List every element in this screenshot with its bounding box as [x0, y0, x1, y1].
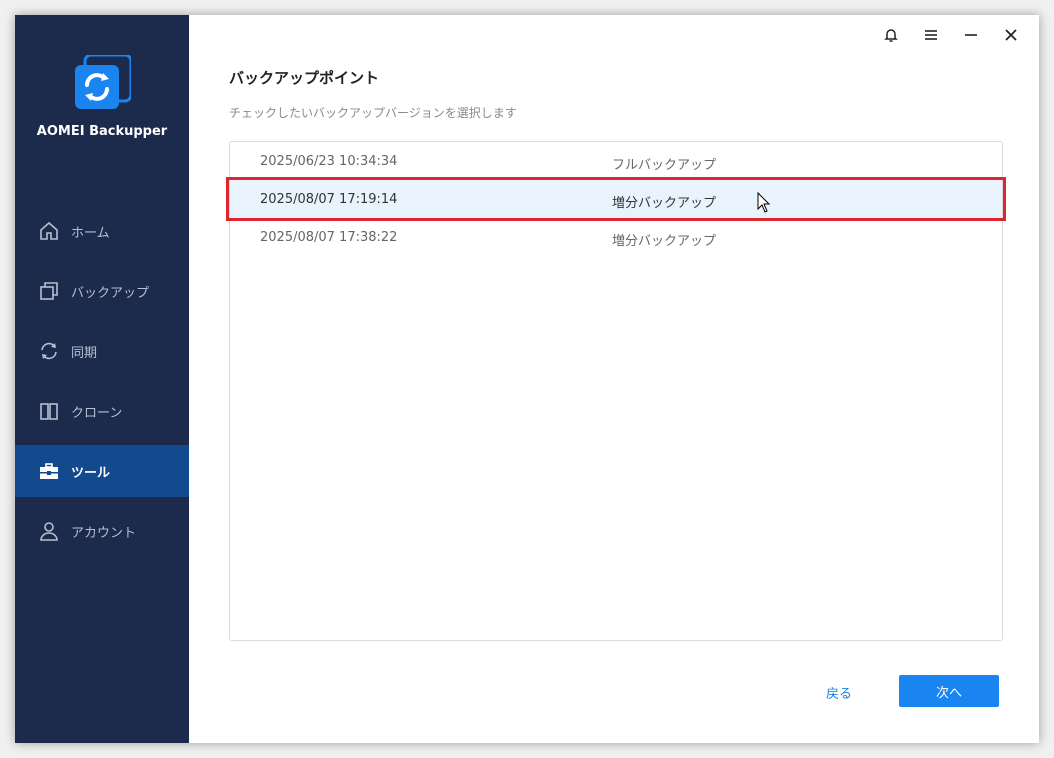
sidebar-item-label: ホーム [71, 225, 110, 241]
backup-point-type: 増分バックアップ [612, 234, 717, 249]
sidebar-item-label: 同期 [71, 345, 98, 361]
backup-point-type: 増分バックアップ [612, 196, 717, 211]
menu-button[interactable] [911, 21, 951, 49]
backup-point-date: 2025/08/07 17:38:22 [260, 230, 398, 245]
page-subtitle: チェックしたいバックアップバージョンを選択します [229, 106, 517, 120]
mouse-cursor-icon [757, 192, 771, 213]
app-window: AOMEI Backupper ホーム バックアップ 同期 クローン ツール ア… [15, 15, 1039, 743]
home-icon [40, 221, 58, 240]
sidebar-item-sync[interactable]: 同期 [15, 325, 189, 377]
window-controls [871, 21, 1031, 49]
backup-point-list: 2025/06/23 10:34:34 フルバックアップ 2025/08/07 … [229, 141, 1003, 641]
notification-bell-icon [884, 29, 898, 42]
sidebar-item-clone[interactable]: クローン [15, 385, 189, 437]
backup-point-date: 2025/06/23 10:34:34 [260, 154, 398, 169]
sidebar-item-label: クローン [71, 405, 123, 421]
sidebar-item-account[interactable]: アカウント [15, 505, 189, 557]
sidebar-item-label: アカウント [71, 525, 137, 541]
sync-icon [41, 342, 57, 360]
toolbox-icon [40, 463, 58, 479]
sidebar-item-tools[interactable]: ツール [15, 445, 189, 497]
sidebar-nav: ホーム バックアップ 同期 クローン ツール アカウント [15, 205, 189, 565]
sidebar-item-backup[interactable]: バックアップ [15, 265, 189, 317]
user-icon [40, 522, 58, 541]
sidebar-item-home[interactable]: ホーム [15, 205, 189, 257]
notification-button[interactable] [871, 21, 911, 49]
backup-point-date: 2025/08/07 17:19:14 [260, 192, 398, 207]
close-button[interactable] [991, 21, 1031, 49]
minimize-button[interactable] [951, 21, 991, 49]
sidebar-item-label: バックアップ [71, 285, 150, 301]
app-name: AOMEI Backupper [36, 124, 168, 139]
close-icon [1005, 29, 1017, 41]
backup-point-type: フルバックアップ [612, 158, 717, 173]
backup-point-row[interactable]: 2025/08/07 17:38:22 増分バックアップ [230, 218, 1002, 256]
aomei-backupper-logo-icon [75, 55, 131, 109]
next-button[interactable]: 次へ [899, 675, 999, 707]
main-panel: バックアップポイント チェックしたいバックアップバージョンを選択します 2025… [189, 15, 1039, 743]
page-title: バックアップポイント [229, 69, 380, 87]
backup-point-row[interactable]: 2025/06/23 10:34:34 フルバックアップ [230, 142, 1002, 180]
sidebar: AOMEI Backupper ホーム バックアップ 同期 クローン ツール ア… [15, 15, 189, 743]
back-button[interactable]: 戻る [809, 676, 869, 708]
backup-icon [40, 282, 58, 300]
clone-icon [40, 403, 58, 420]
menu-icon [925, 30, 937, 40]
backup-point-row-selected[interactable]: 2025/08/07 17:19:14 増分バックアップ [230, 180, 1002, 218]
sidebar-item-label: ツール [71, 465, 111, 481]
minimize-icon [965, 34, 977, 36]
